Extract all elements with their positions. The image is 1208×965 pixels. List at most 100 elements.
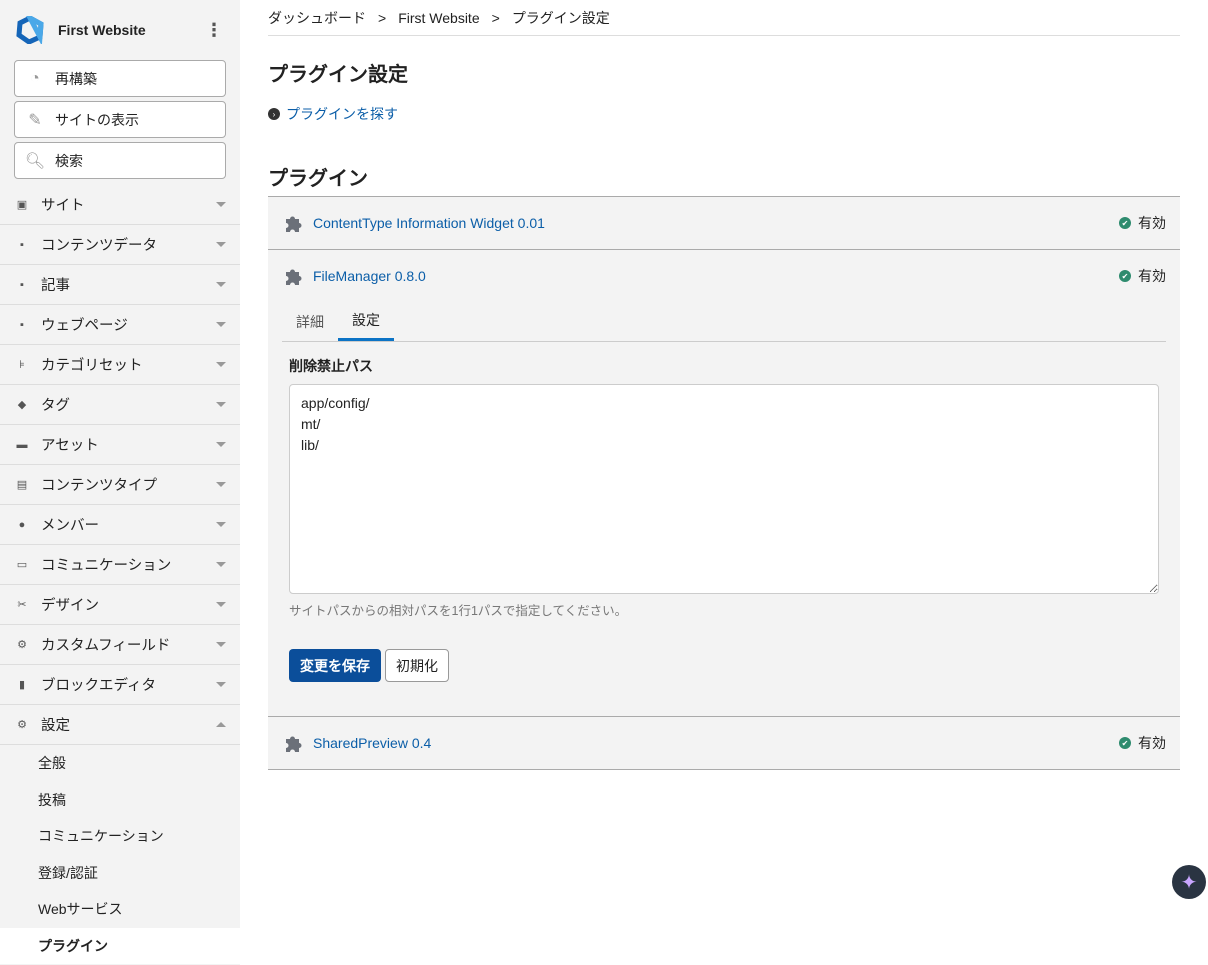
- members-icon: ●: [16, 519, 28, 531]
- sidebar-item-site[interactable]: ▣ サイト: [0, 185, 240, 225]
- caret-down-icon[interactable]: [216, 442, 226, 447]
- check-circle-icon: ✔: [1119, 270, 1131, 282]
- sidebar-item-tags[interactable]: ◆ タグ: [0, 385, 240, 425]
- site-name[interactable]: First Website: [58, 22, 204, 38]
- caret-down-icon[interactable]: [216, 522, 226, 527]
- caret-down-icon[interactable]: [216, 322, 226, 327]
- more-menu-icon[interactable]: ⋮: [204, 21, 224, 39]
- plugin-list: ContentType Information Widget 0.01 ✔有効 …: [268, 196, 1180, 770]
- field-label: 削除禁止パス: [289, 356, 1159, 376]
- puzzle-icon: [284, 213, 304, 233]
- tab-details[interactable]: 詳細: [282, 302, 338, 341]
- sparkle-icon: ✦: [1181, 870, 1198, 895]
- tab-settings[interactable]: 設定: [338, 302, 394, 341]
- sidebar-subitem[interactable]: プラグイン: [0, 928, 240, 965]
- sidebar-subitem[interactable]: 全般: [0, 745, 240, 782]
- caret-down-icon[interactable]: [216, 602, 226, 607]
- breadcrumb-site[interactable]: First Website: [398, 10, 479, 26]
- ai-assistant-button[interactable]: ✦: [1172, 865, 1206, 899]
- logo-icon: [16, 16, 44, 44]
- page-title: プラグイン設定: [268, 58, 1180, 88]
- status-label: 有効: [1138, 213, 1166, 233]
- plugin-name-link[interactable]: FileManager 0.8.0: [313, 268, 1119, 284]
- sidebar-item-label: ウェブページ: [41, 314, 216, 335]
- sidebar-item-content-types[interactable]: ▤ コンテンツタイプ: [0, 465, 240, 505]
- caret-up-icon[interactable]: [216, 722, 226, 727]
- content-data-icon: ▪: [16, 239, 28, 251]
- sidebar-subitem[interactable]: 投稿: [0, 782, 240, 819]
- sidebar-item-label: アセット: [41, 434, 216, 455]
- rebuild-icon: ◔: [25, 69, 45, 89]
- breadcrumb: ダッシュボード > First Website > プラグイン設定: [268, 0, 1180, 36]
- sidebar-item-label: 記事: [41, 274, 216, 295]
- pages-icon: ▪: [16, 319, 28, 331]
- assets-icon: ▬: [16, 439, 28, 451]
- sidebar-item-label: メンバー: [41, 514, 216, 535]
- breadcrumb-separator: >: [378, 10, 386, 26]
- rebuild-button[interactable]: ◔ 再構築: [14, 60, 226, 97]
- plugin-tabs: 詳細 設定: [282, 302, 1166, 342]
- protected-paths-textarea[interactable]: app/config/ mt/ lib/: [289, 384, 1159, 594]
- caret-down-icon[interactable]: [216, 642, 226, 647]
- settings-icon: ⚙: [16, 719, 28, 731]
- plugin-item: SharedPreview 0.4 ✔ 有効: [268, 717, 1180, 770]
- sidebar-subitem[interactable]: Webサービス: [0, 891, 240, 928]
- sidebar-item-category-sets[interactable]: ⊧カテゴリセット: [0, 345, 240, 385]
- field-hint: サイトパスからの相対パスを1行1パスで指定してください。: [289, 600, 1159, 619]
- sidebar-item-communication[interactable]: ▭コミュニケーション: [0, 545, 240, 585]
- search-button[interactable]: 🔍︎検索: [14, 142, 226, 179]
- sidebar-item-label: ブロックエディタ: [41, 674, 216, 695]
- caret-down-icon[interactable]: [216, 362, 226, 367]
- sidebar-item-entries[interactable]: ▪ 記事: [0, 265, 240, 305]
- view-site-label: サイトの表示: [55, 110, 139, 130]
- breadcrumb-dashboard[interactable]: ダッシュボード: [268, 8, 366, 28]
- chevron-right-icon: ›: [268, 108, 280, 120]
- sidebar-item-label: コミュニケーション: [41, 554, 216, 575]
- status-label: 有効: [1138, 733, 1166, 753]
- sidebar-item-settings[interactable]: ⚙設定: [0, 705, 240, 745]
- save-button[interactable]: 変更を保存: [289, 649, 381, 682]
- status-badge: ✔ 有効: [1119, 266, 1166, 286]
- caret-down-icon[interactable]: [216, 482, 226, 487]
- sidebar-item-block-editor[interactable]: ▮ブロックエディタ: [0, 665, 240, 705]
- caret-down-icon[interactable]: [216, 562, 226, 567]
- status-badge: ✔有効: [1119, 213, 1166, 233]
- sidebar-item-assets[interactable]: ▬ アセット: [0, 425, 240, 465]
- sidebar-item-custom-fields[interactable]: ⚙カスタムフィールド: [0, 625, 240, 665]
- tags-icon: ◆: [16, 399, 28, 411]
- sidebar-item-label: タグ: [41, 394, 216, 415]
- sidebar-subitem[interactable]: コミュニケーション: [0, 818, 240, 855]
- sidebar-item-members[interactable]: ● メンバー: [0, 505, 240, 545]
- site-header: First Website ⋮: [0, 0, 240, 60]
- caret-down-icon[interactable]: [216, 402, 226, 407]
- caret-down-icon[interactable]: [216, 202, 226, 207]
- find-plugins-link[interactable]: ›プラグインを探す: [268, 104, 1180, 124]
- status-label: 有効: [1138, 266, 1166, 286]
- check-circle-icon: ✔: [1119, 737, 1131, 749]
- sidebar-item-label: デザイン: [41, 594, 216, 615]
- view-site-button[interactable]: ✎ サイトの表示: [14, 101, 226, 138]
- content-types-icon: ▤: [16, 479, 28, 491]
- entries-icon: ▪: [16, 279, 28, 291]
- caret-down-icon[interactable]: [216, 682, 226, 687]
- puzzle-icon: [284, 733, 304, 753]
- sidebar-item-label: サイト: [41, 194, 216, 215]
- search-icon: 🔍︎: [25, 151, 45, 171]
- sidebar-item-content-data[interactable]: ▪ コンテンツデータ: [0, 225, 240, 265]
- sidebar-subitem[interactable]: 登録/認証: [0, 855, 240, 892]
- main-content: ダッシュボード > First Website > プラグイン設定 プラグイン設…: [268, 0, 1180, 770]
- sidebar-item-pages[interactable]: ▪ ウェブページ: [0, 305, 240, 345]
- reset-button[interactable]: 初期化: [385, 649, 449, 682]
- sidebar-item-design[interactable]: ✂デザイン: [0, 585, 240, 625]
- sidebar-item-label: コンテンツタイプ: [41, 474, 216, 495]
- sidebar-item-label: コンテンツデータ: [41, 234, 216, 255]
- site-icon: ▣: [16, 199, 28, 211]
- puzzle-icon: [284, 266, 304, 286]
- plugin-item: ContentType Information Widget 0.01 ✔有効: [268, 197, 1180, 250]
- external-link-icon: ✎: [25, 110, 45, 130]
- caret-down-icon[interactable]: [216, 282, 226, 287]
- plugin-name-link[interactable]: ContentType Information Widget 0.01: [313, 215, 1119, 231]
- plugin-name-link[interactable]: SharedPreview 0.4: [313, 735, 1119, 751]
- rebuild-label: 再構築: [55, 69, 97, 89]
- caret-down-icon[interactable]: [216, 242, 226, 247]
